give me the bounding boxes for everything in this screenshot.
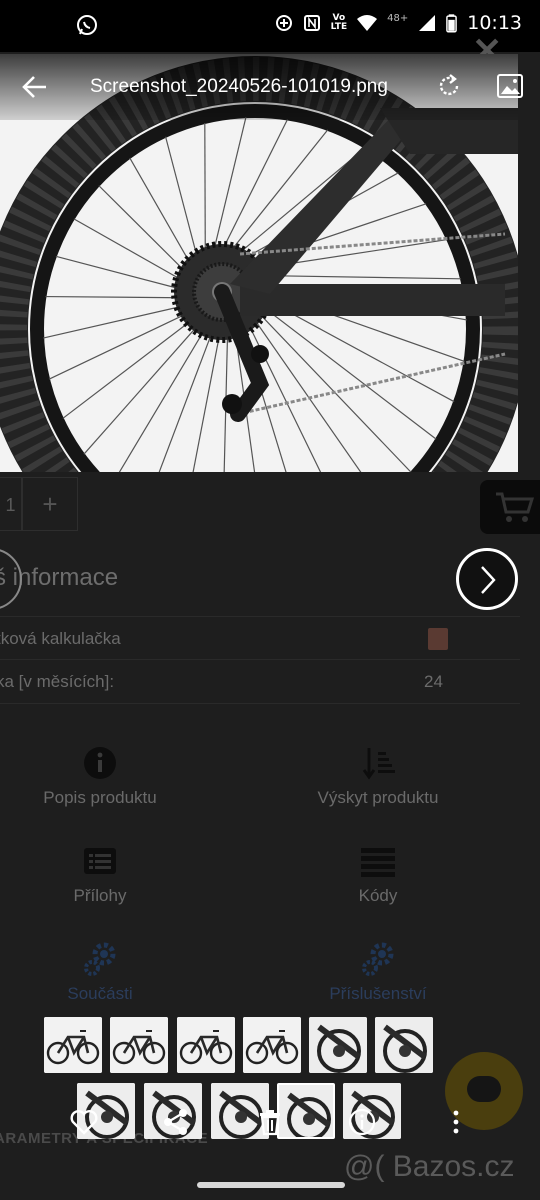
viewer-top-bar: Screenshot_20240526-101019.png: [0, 54, 523, 120]
installment-row: ka [v měsících]: 24: [0, 660, 520, 704]
data-saver-icon: [275, 15, 292, 31]
volte-indicator: Vo LTE: [330, 13, 348, 32]
calculator-icon: [428, 628, 448, 650]
thumbnail[interactable]: [243, 1017, 301, 1073]
favorite-icon[interactable]: [70, 1108, 98, 1136]
tile-label: Příslušenství: [329, 984, 427, 1003]
tile-label: Přílohy: [73, 886, 127, 905]
image-icon[interactable]: [497, 74, 523, 98]
tile-product-occurrence[interactable]: Výskyt produktu: [278, 746, 478, 808]
sort-icon: [362, 748, 395, 780]
file-name: Screenshot_20240526-101019.png: [90, 76, 388, 97]
gears-icon: [84, 942, 116, 976]
thumbnail[interactable]: [309, 1017, 367, 1073]
more-options-icon[interactable]: [442, 1108, 470, 1136]
status-bar: Vo LTE 48+ 10:13: [0, 0, 540, 52]
tile-product-description[interactable]: Popis produktu: [0, 746, 200, 808]
add-to-cart-button[interactable]: [480, 480, 540, 534]
home-indicator[interactable]: [197, 1182, 345, 1188]
installment-value: 24: [424, 672, 443, 691]
attachment-icon: [84, 848, 116, 874]
thumbnail[interactable]: [44, 1017, 102, 1073]
wifi-icon: [357, 15, 378, 31]
quantity-field[interactable]: 1: [0, 477, 22, 531]
thumbnail[interactable]: [375, 1017, 433, 1073]
list-icon: [361, 848, 395, 877]
gears-icon: [362, 942, 394, 976]
tile-components[interactable]: Součásti: [0, 942, 200, 1004]
tile-codes[interactable]: Kódy: [278, 844, 478, 906]
tile-label: Součásti: [67, 984, 133, 1003]
screen: Vo LTE 48+ 10:13 1 + š informace tková k…: [0, 0, 540, 1200]
thumbnail[interactable]: [110, 1017, 168, 1073]
tile-label: Popis produktu: [43, 788, 157, 807]
tile-label: Výskyt produktu: [317, 788, 439, 807]
chevron-right-icon: [481, 566, 496, 594]
info-icon: [84, 747, 116, 779]
whatsapp-icon: [77, 15, 97, 35]
increase-quantity-button[interactable]: +: [22, 477, 78, 531]
battery-icon: [446, 13, 458, 32]
installment-label: ka [v měsících]:: [0, 672, 115, 691]
delete-icon[interactable]: [256, 1108, 284, 1136]
watermark: @( Bazos.cz: [344, 1150, 515, 1183]
info-icon[interactable]: [348, 1108, 376, 1136]
signal-icon: [419, 15, 436, 31]
thumbnail[interactable]: [177, 1017, 235, 1073]
nfc-icon: [303, 15, 320, 31]
next-image-button[interactable]: [456, 548, 518, 610]
viewer-action-bar: [0, 1098, 540, 1152]
cart-icon: [496, 492, 535, 522]
back-arrow-icon[interactable]: [22, 74, 48, 100]
network-badge: 48+: [387, 12, 409, 24]
rotate-icon[interactable]: [437, 74, 461, 98]
tile-accessories[interactable]: Příslušenství: [278, 942, 478, 1004]
calculator-label: tková kalkulačka: [0, 629, 121, 648]
tile-label: Kódy: [358, 886, 398, 905]
share-icon[interactable]: [162, 1108, 190, 1136]
tile-attachments[interactable]: Přílohy: [0, 844, 200, 906]
